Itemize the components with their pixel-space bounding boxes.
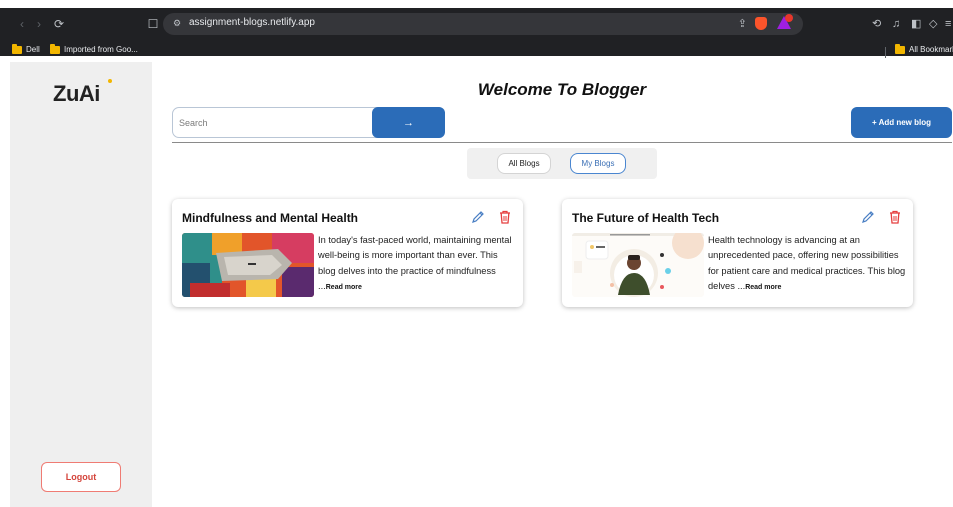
tab-all-blogs[interactable]: All Blogs [497,153,551,174]
bookmark-label: Dell [26,45,40,54]
reload-icon[interactable]: ⟳ [51,16,67,32]
search-input[interactable] [179,108,374,137]
bookmark-icon[interactable]: ☐ [145,16,161,32]
blog-title: Mindfulness and Mental Health [182,211,359,225]
url-text: assignment-blogs.netlify.app [189,17,315,28]
read-more-link[interactable]: Read more [745,284,781,291]
rewards-badge [785,14,793,22]
arrow-right-icon: → [403,116,414,129]
extensions-icon[interactable]: ⟲ [872,18,881,30]
search-button[interactable]: → [372,107,445,138]
read-more-link[interactable]: Read more [326,284,362,291]
blog-tabs: All Blogs My Blogs [467,148,657,179]
bookmark-all[interactable]: All Bookmarks [895,43,953,54]
menu-icon[interactable]: ≡ [945,18,951,30]
blog-image-person-web-illustration [572,233,704,297]
blog-title: The Future of Health Tech [572,211,720,225]
blog-excerpt: In today's fast-paced world, maintaining… [318,233,516,296]
excerpt-text: In today's fast-paced world, maintaining… [318,235,512,292]
back-icon[interactable]: ‹ [14,16,30,32]
address-bar[interactable]: ⚙ assignment-blogs.netlify.app ⇪ [163,13,803,35]
sidebar: ZuAi Logout [10,62,152,507]
blog-excerpt: Health technology is advancing at an unp… [708,233,906,296]
excerpt-text: Health technology is advancing at an unp… [708,235,906,292]
delete-icon[interactable] [889,210,901,224]
logo: ZuAi [53,81,100,106]
add-new-blog-button[interactable]: + Add new blog [851,107,952,138]
brave-shields-icon[interactable] [755,17,767,30]
delete-icon[interactable] [499,210,511,224]
bookmarks-bar: Dell Imported from Goo... All Bookmarks [0,40,953,64]
page-title: Welcome To Blogger [477,80,647,99]
blog-card[interactable]: Mindfulness and Mental Health In today's… [172,199,523,307]
wallet-icon[interactable]: ◇ [929,18,937,30]
media-icon[interactable]: ♫ [892,18,900,30]
forward-icon[interactable]: › [31,16,47,32]
logo-accent-dot [108,79,112,83]
folder-icon [12,43,22,54]
header-divider [172,142,952,143]
tab-my-blogs[interactable]: My Blogs [570,153,626,174]
site-settings-icon[interactable]: ⚙ [173,18,183,28]
blog-card[interactable]: The Future of Health Tech Health technol… [562,199,913,307]
edit-icon[interactable] [861,210,875,224]
bookmark-label: All Bookmarks [909,45,953,54]
logout-button[interactable]: Logout [41,462,121,492]
bookmark-dell[interactable]: Dell [12,43,40,54]
browser-chrome: ‹ › ⟳ ☐ ⚙ assignment-blogs.netlify.app ⇪… [0,8,953,58]
main-content: Welcome To Blogger → + Add new blog All … [152,62,953,507]
folder-icon [50,43,60,54]
top-margin [0,0,953,8]
bookmarks-divider [885,47,886,58]
share-icon[interactable]: ⇪ [738,17,747,30]
search-bar: → [172,107,445,138]
blog-image-abstract-painting [182,233,314,297]
folder-icon [895,43,905,54]
bookmark-label: Imported from Goo... [64,45,138,54]
bookmark-imported[interactable]: Imported from Goo... [50,43,138,54]
edit-icon[interactable] [471,210,485,224]
sidebar-toggle-icon[interactable]: ◧ [911,18,921,30]
